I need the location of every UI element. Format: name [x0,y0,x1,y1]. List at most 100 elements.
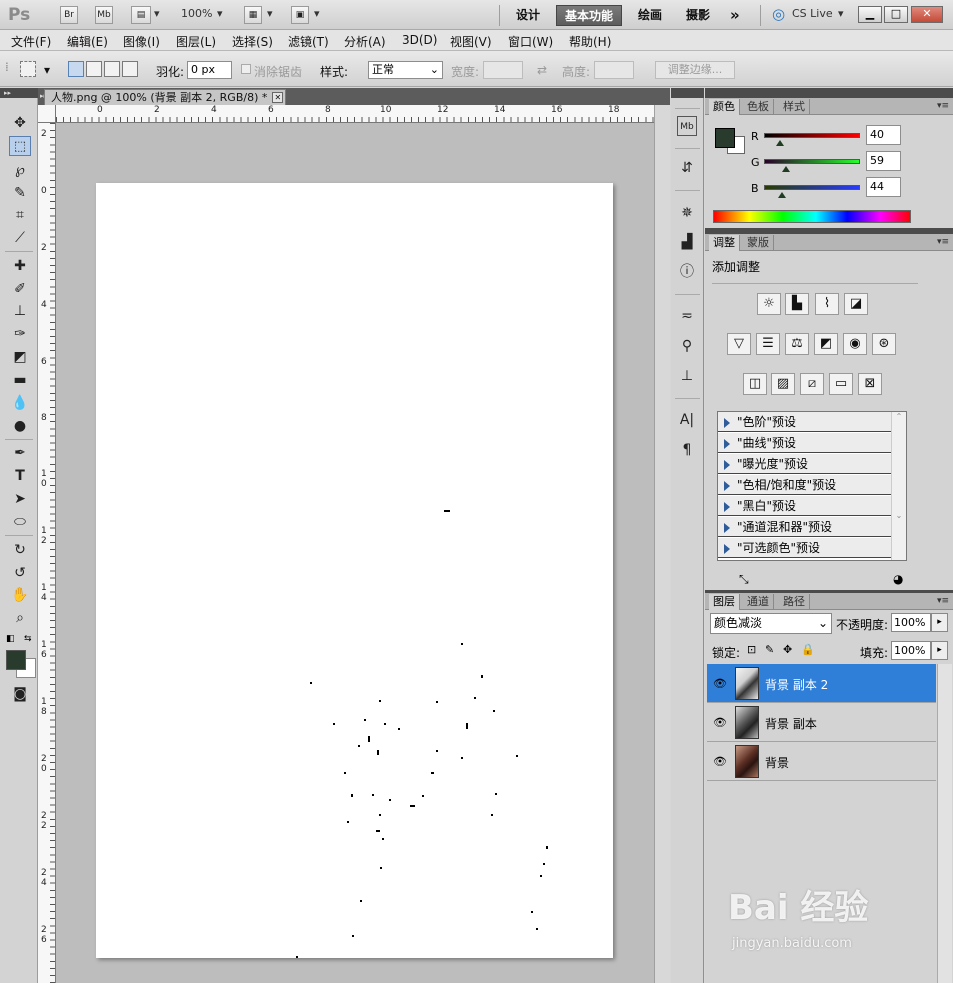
visibility-eye-icon[interactable]: 👁 [713,755,727,768]
path-selection-tool-icon[interactable]: ➤ [9,489,31,509]
blur-tool-icon[interactable]: 💧 [9,393,31,413]
lock-position-icon[interactable]: ✥ [783,643,792,656]
r-slider-thumb[interactable] [776,140,784,146]
expand-view-icon[interactable]: ⤡ [739,572,749,587]
menu-edit[interactable]: 编辑(E) [67,33,108,50]
exposure-icon[interactable]: ◪ [844,293,868,315]
history-brush-tool-icon[interactable]: ✑ [9,324,31,344]
info-panel-icon[interactable]: ⓘ [677,262,697,282]
photo-filter-icon[interactable]: ◉ [843,333,867,355]
menu-file[interactable]: 文件(F) [11,33,51,50]
tab-swatches[interactable]: 色板 [743,99,774,115]
paragraph-panel-icon[interactable]: ¶ [677,440,697,460]
workspace-design[interactable]: 设计 [508,5,548,26]
g-slider[interactable] [764,159,860,164]
cslive-label[interactable]: CS Live [792,7,833,20]
close-icon[interactable]: ✕ [272,92,284,103]
b-slider[interactable] [764,185,860,190]
tab-masks[interactable]: 蒙版 [743,235,774,251]
foreground-color-swatch[interactable] [715,128,735,148]
horizontal-ruler[interactable]: 0 2 4 6 8 10 12 14 16 18 [56,105,654,123]
color-balance-icon[interactable]: ⚖ [785,333,809,355]
lasso-tool-icon[interactable]: ℘ [9,160,31,180]
foreground-color-swatch[interactable] [6,650,26,670]
vertical-ruler[interactable]: 2 0 2 4 6 8 1 0 1 2 1 4 1 6 1 8 2 0 2 2 … [38,123,56,983]
fill-input[interactable]: 100% [891,641,931,660]
quick-selection-tool-icon[interactable]: ✎ [9,183,31,203]
panel-menu-icon[interactable]: ▾≡ [937,596,949,606]
opacity-input[interactable]: 100% [891,613,931,632]
panel-grip[interactable] [671,88,704,98]
type-tool-icon[interactable]: T [9,466,31,486]
menu-image[interactable]: 图像(I) [123,33,160,50]
posterize-icon[interactable]: ▨ [771,373,795,395]
zoom-tool-icon[interactable]: ⌕ [9,608,31,628]
add-selection-icon[interactable] [86,61,102,77]
menu-filter[interactable]: 滤镜(T) [288,33,329,50]
view-previous-icon[interactable]: ◕ [893,572,903,586]
panel-menu-icon[interactable]: ▾≡ [937,237,949,247]
preset-exposure[interactable]: "曝光度"预设 [718,454,891,474]
tab-channels[interactable]: 通道 [743,594,774,610]
levels-icon[interactable]: ▙ [785,293,809,315]
cslive-icon[interactable]: ◎ [772,5,785,23]
clone-stamp-tool-icon[interactable]: ⊥ [9,301,31,321]
swap-colors-icon[interactable]: ⇆ [24,634,32,644]
marquee-preset-icon[interactable] [20,61,36,77]
minimize-button[interactable]: ▁ [858,6,882,23]
b-value-input[interactable]: 44 [866,177,901,197]
view-extras-button[interactable]: ▤ [131,6,151,24]
panel-grip[interactable]: ▸▸ [0,88,38,98]
layer-row[interactable]: 👁 背景 副本 2 [707,664,936,703]
preset-levels[interactable]: "色阶"预设 [718,412,891,432]
tool-presets-panel-icon[interactable]: ⊥ [677,366,697,386]
style-select[interactable]: 正常 ⌄ [368,61,443,79]
minibridge-button[interactable]: Mb [95,6,113,24]
r-slider[interactable] [764,133,860,138]
tab-color[interactable]: 颜色 [709,99,740,115]
b-slider-thumb[interactable] [778,192,786,198]
antialias-checkbox[interactable] [241,64,251,74]
image-canvas[interactable] [96,183,613,958]
document-tab[interactable]: 人物.png @ 100% (背景 副本 2, RGB/8) * ✕ [44,89,287,105]
feather-input[interactable]: 0 px [187,61,232,79]
gradient-map-icon[interactable]: ▭ [829,373,853,395]
gradient-tool-icon[interactable]: ▬ [9,370,31,390]
eraser-tool-icon[interactable]: ◩ [9,347,31,367]
visibility-eye-icon[interactable]: 👁 [713,716,727,729]
histogram-panel-icon[interactable]: ▟ [677,232,697,252]
r-value-input[interactable]: 40 [866,125,901,145]
default-colors-icon[interactable]: ◧ [6,634,15,644]
g-slider-thumb[interactable] [782,166,790,172]
panel-menu-icon[interactable]: ▾≡ [937,101,949,111]
opacity-flyout-icon[interactable]: ▸ [931,613,948,632]
brightness-contrast-icon[interactable]: ☼ [757,293,781,315]
chevron-down-icon[interactable]: ▾ [44,63,50,77]
fill-flyout-icon[interactable]: ▸ [931,641,948,660]
lock-all-icon[interactable]: 🔒 [801,643,815,656]
preset-black-white[interactable]: "黑白"预设 [718,496,891,516]
workspace-essentials[interactable]: 基本功能 [556,5,623,26]
blend-mode-select[interactable]: 颜色减淡 ⌄ [710,613,832,634]
tab-styles[interactable]: 样式 [779,99,810,115]
menu-select[interactable]: 选择(S) [232,33,273,50]
quick-mask-icon[interactable]: ◙ [9,684,31,704]
lock-pixels-icon[interactable]: ✎ [765,643,774,656]
pen-tool-icon[interactable]: ✒ [9,443,31,463]
swap-icon[interactable]: ⇄ [537,63,547,77]
black-white-icon[interactable]: ◩ [814,333,838,355]
3d-rotate-tool-icon[interactable]: ↻ [9,540,31,560]
bridge-button[interactable]: Br [60,6,78,24]
chevron-down-icon[interactable]: ▾ [267,7,273,20]
brushes-panel-icon[interactable]: ≂ [677,306,697,326]
zoom-level[interactable]: 100% [181,7,212,20]
brush-tool-icon[interactable]: ✐ [9,279,31,299]
selective-color-icon[interactable]: ⊠ [858,373,882,395]
character-panel-icon[interactable]: A| [677,410,697,430]
chevron-down-icon[interactable]: ▾ [154,7,160,20]
3d-orbit-tool-icon[interactable]: ↺ [9,563,31,583]
chevron-down-icon[interactable]: ▾ [217,7,223,20]
menu-view[interactable]: 视图(V) [450,33,492,50]
height-input[interactable] [594,61,634,79]
maximize-button[interactable]: □ [884,6,908,23]
